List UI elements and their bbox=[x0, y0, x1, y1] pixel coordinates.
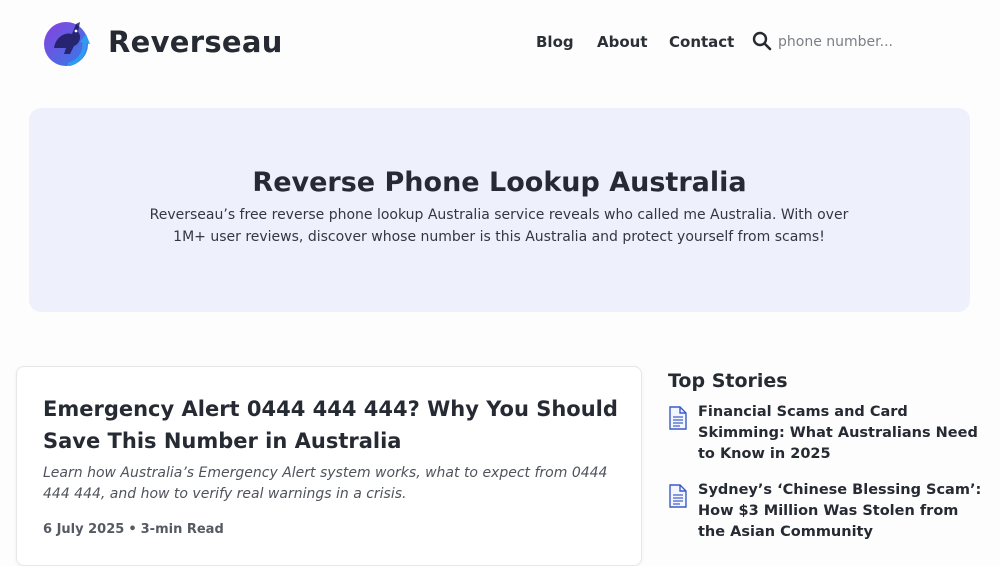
top-story-title[interactable]: Financial Scams and Card Skimming: What … bbox=[698, 402, 990, 465]
document-icon bbox=[669, 484, 687, 508]
brand-name[interactable]: Reverseau bbox=[108, 22, 283, 62]
site-header: Reverseau Blog About Contact bbox=[0, 0, 1000, 84]
hero-description: Reverseau’s free reverse phone lookup Au… bbox=[149, 207, 849, 245]
article-meta: 6 July 2025 • 3-min Read bbox=[43, 521, 224, 539]
nav-blog-link[interactable]: Blog bbox=[536, 31, 574, 53]
page-title: Reverse Phone Lookup Australia bbox=[252, 167, 747, 198]
hero-section: Reverse Phone Lookup Australia Reverseau… bbox=[29, 108, 970, 312]
article-title[interactable]: Emergency Alert 0444 444 444? Why You Sh… bbox=[43, 393, 623, 457]
nav-about-link[interactable]: About bbox=[597, 31, 648, 53]
document-icon bbox=[669, 406, 687, 430]
top-stories-heading: Top Stories bbox=[668, 370, 788, 392]
article-date: 6 July 2025 bbox=[43, 522, 125, 537]
meta-separator: • bbox=[128, 522, 137, 537]
search-icon[interactable] bbox=[752, 31, 772, 51]
kangaroo-logo-icon[interactable] bbox=[40, 14, 96, 70]
search-input[interactable] bbox=[776, 29, 912, 55]
top-story-title[interactable]: Sydney’s ‘Chinese Blessing Scam’: How $3… bbox=[698, 480, 990, 543]
nav-contact-link[interactable]: Contact bbox=[669, 31, 734, 53]
article-card[interactable]: Emergency Alert 0444 444 444? Why You Sh… bbox=[16, 366, 642, 566]
article-read-time: 3-min Read bbox=[140, 522, 224, 537]
article-excerpt: Learn how Australia’s Emergency Alert sy… bbox=[43, 465, 608, 502]
search-box bbox=[752, 28, 912, 56]
